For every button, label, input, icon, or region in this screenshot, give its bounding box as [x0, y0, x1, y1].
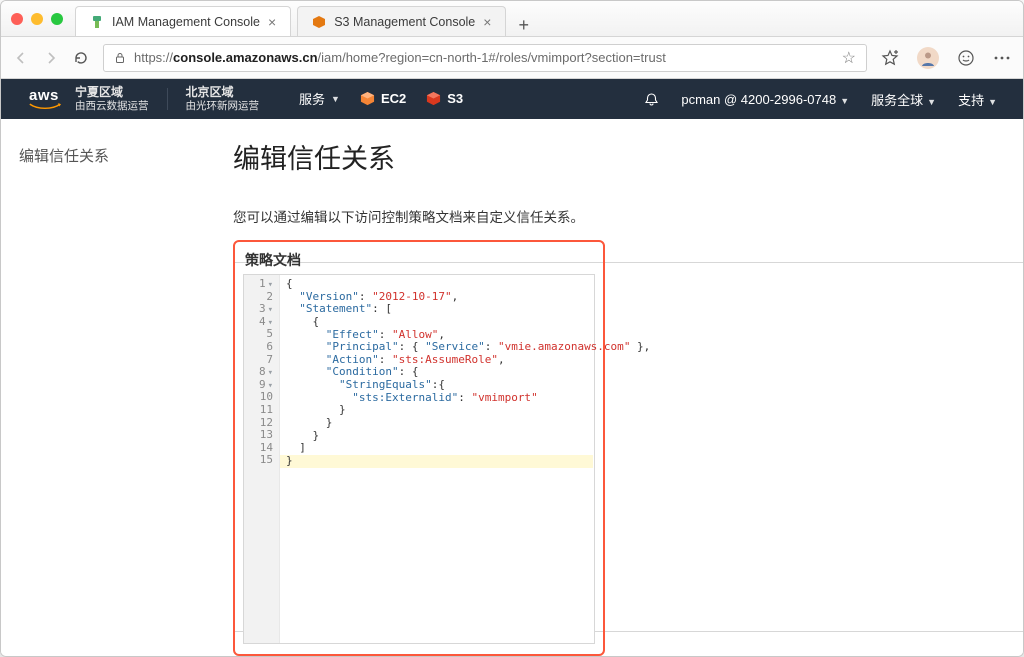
bookmark-star-icon[interactable]: ☆: [842, 48, 856, 68]
favicon-iam-icon: [90, 15, 104, 29]
feedback-icon[interactable]: [957, 49, 975, 67]
s3-icon: [426, 91, 441, 106]
header-account[interactable]: pcman @ 4200-2996-0748▼: [681, 92, 849, 107]
sidebar: 编辑信任关系: [1, 119, 223, 656]
browser-titlebar: IAM Management Console × S3 Management C…: [1, 1, 1023, 37]
tab-title: S3 Management Console: [334, 15, 475, 29]
aws-header: aws 宁夏区域 由西云数据运营 北京区域 由光环新网运营 服务▼ EC2: [1, 79, 1023, 119]
browser-tab-iam[interactable]: IAM Management Console ×: [75, 6, 291, 36]
nav-s3[interactable]: S3: [426, 91, 463, 106]
tab-title: IAM Management Console: [112, 15, 260, 29]
editor-gutter: 1▾ 2 3▾ 4▾ 5 6 7 8▾ 9▾ 10 11 12: [244, 275, 280, 643]
favorites-icon[interactable]: [881, 49, 899, 67]
window-close-button[interactable]: [11, 13, 23, 25]
more-icon[interactable]: [993, 56, 1011, 60]
header-support[interactable]: 支持▼: [958, 90, 997, 109]
nav-services[interactable]: 服务▼: [299, 89, 340, 108]
refresh-button[interactable]: [73, 50, 89, 66]
header-global[interactable]: 服务全球▼: [871, 90, 936, 109]
lock-icon: [114, 52, 126, 64]
browser-toolbar: https://console.amazonaws.cn/iam/home?re…: [1, 37, 1023, 79]
profile-avatar[interactable]: [917, 47, 939, 69]
browser-tabs: IAM Management Console × S3 Management C…: [75, 1, 535, 36]
window-minimize-button[interactable]: [31, 13, 43, 25]
favicon-s3-icon: [312, 15, 326, 29]
back-button[interactable]: [13, 50, 29, 66]
page-title: 编辑信任关系: [233, 137, 997, 176]
page-description: 您可以通过编辑以下访问控制策略文档来自定义信任关系。: [233, 206, 997, 226]
policy-label: 策略文档: [245, 250, 595, 270]
region-beijing[interactable]: 北京区域 由光环新网运营: [182, 86, 264, 112]
browser-tab-s3[interactable]: S3 Management Console ×: [297, 6, 506, 36]
forward-button[interactable]: [43, 50, 59, 66]
main-content: 编辑信任关系 您可以通过编辑以下访问控制策略文档来自定义信任关系。 策略文档 1…: [223, 119, 1023, 656]
region-ningxia[interactable]: 宁夏区域 由西云数据运营: [71, 86, 153, 112]
editor-code[interactable]: { "Version": "2012-10-17", "Statement": …: [280, 275, 594, 471]
policy-editor[interactable]: 1▾ 2 3▾ 4▾ 5 6 7 8▾ 9▾ 10 11 12: [243, 274, 595, 644]
window-maximize-button[interactable]: [51, 13, 63, 25]
nav-ec2[interactable]: EC2: [360, 91, 406, 106]
close-icon[interactable]: ×: [483, 15, 491, 29]
aws-logo[interactable]: aws: [29, 88, 61, 110]
sidebar-title: 编辑信任关系: [19, 145, 205, 166]
ec2-icon: [360, 91, 375, 106]
url-text: https://console.amazonaws.cn/iam/home?re…: [134, 50, 666, 65]
header-notification-icon[interactable]: [644, 92, 659, 107]
policy-highlight-box: 策略文档 1▾ 2 3▾ 4▾ 5 6 7 8▾ 9▾ 10: [233, 240, 605, 656]
new-tab-button[interactable]: +: [512, 15, 535, 36]
address-bar[interactable]: https://console.amazonaws.cn/iam/home?re…: [103, 44, 867, 72]
close-icon[interactable]: ×: [268, 15, 276, 29]
